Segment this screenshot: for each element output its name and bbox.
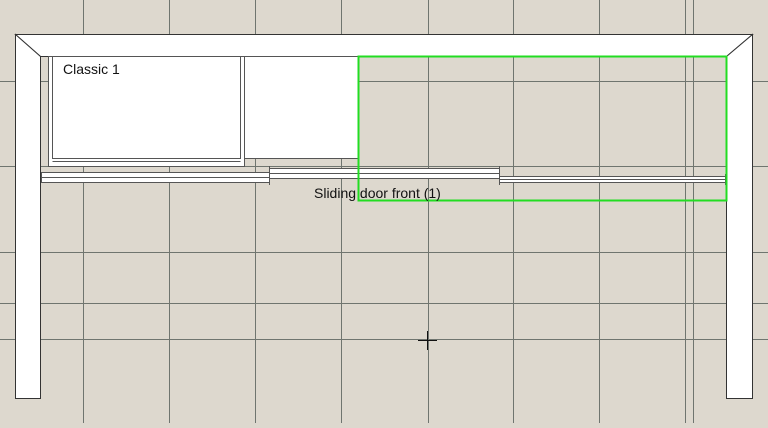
plan-viewport[interactable]: Classic 1 Sliding door front (1) (0, 0, 768, 423)
top-wall[interactable] (14, 34, 754, 57)
cabinet-label: Classic 1 (63, 61, 120, 77)
cabinet-adjacent[interactable] (244, 56, 359, 159)
sliding-door-front-label: Sliding door front (1) (314, 185, 441, 201)
left-wall[interactable] (15, 33, 41, 399)
crosshair-icon (418, 331, 437, 350)
right-wall[interactable] (726, 33, 753, 399)
sliding-door-tracks[interactable] (41, 166, 726, 185)
